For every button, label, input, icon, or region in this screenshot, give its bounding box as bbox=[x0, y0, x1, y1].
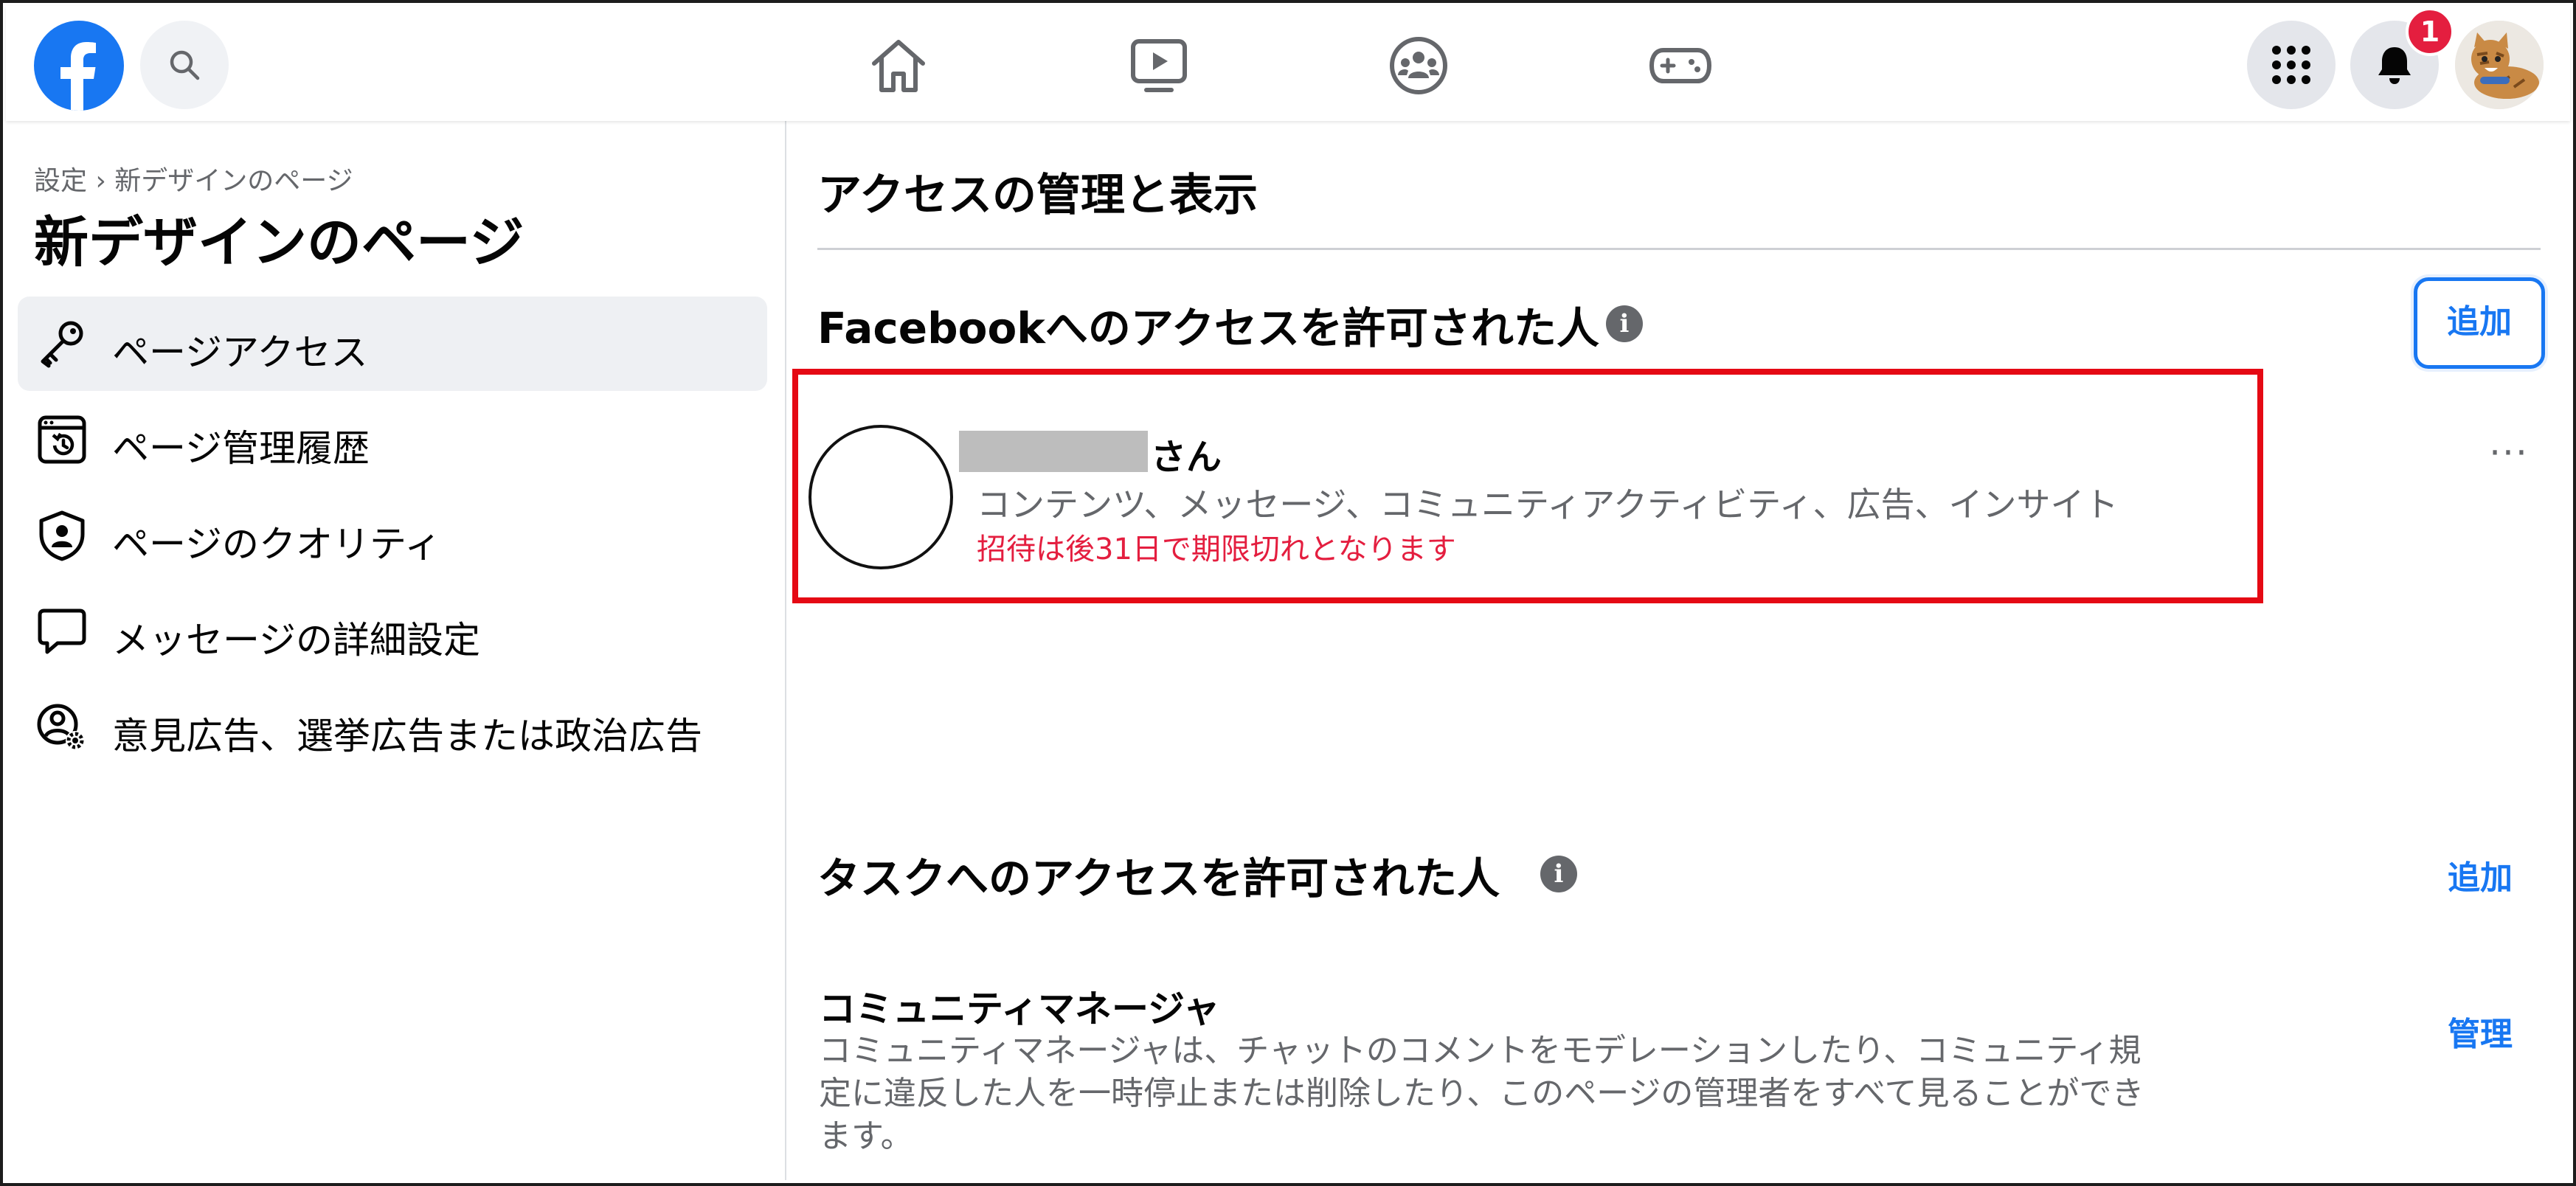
top-navigation-bar: 1 bbox=[6, 6, 2570, 121]
facebook-logo-icon[interactable] bbox=[34, 21, 124, 111]
sidebar-item-page-quality[interactable]: ページのクオリティ bbox=[18, 488, 767, 583]
menu-grid-icon bbox=[2272, 46, 2310, 84]
sidebar-item-page-access[interactable]: ページアクセス bbox=[18, 296, 767, 391]
sidebar-item-label: メッセージの詳細設定 bbox=[112, 619, 480, 662]
page-title: 新デザインのページ bbox=[34, 211, 524, 274]
notification-count-badge: 1 bbox=[2406, 7, 2454, 56]
section-title: アクセスの管理と表示 bbox=[817, 170, 1258, 221]
person-avatar[interactable] bbox=[809, 425, 953, 569]
person-gear-icon bbox=[35, 701, 89, 754]
redacted-name bbox=[959, 431, 1148, 472]
more-options-button[interactable]: ··· bbox=[2476, 434, 2542, 482]
person-name-suffix: さん bbox=[1151, 437, 1222, 478]
sidebar-item-political-ads[interactable]: 意見広告、選挙広告または政治広告 bbox=[18, 680, 767, 774]
app-window: 1 設定 › 新デザインのページ 新デザインのページ ページアクセス ページ管理… bbox=[0, 0, 2576, 1186]
groups-icon[interactable] bbox=[1385, 32, 1452, 99]
facebook-access-title: Facebookへのアクセスを許可された人 bbox=[817, 303, 1599, 353]
history-icon bbox=[35, 413, 89, 466]
search-button[interactable] bbox=[140, 21, 229, 109]
menu-grid-button[interactable] bbox=[2247, 21, 2336, 109]
info-icon[interactable]: i bbox=[1606, 305, 1643, 342]
manage-community-manager-button[interactable]: 管理 bbox=[2448, 1008, 2513, 1055]
sidebar-item-page-history[interactable]: ページ管理履歴 bbox=[18, 392, 767, 487]
community-manager-description: コミュニティマネージャは、チャットのコメントをモデレーションしたり、コミュニティ… bbox=[819, 1032, 2144, 1155]
info-icon[interactable]: i bbox=[1540, 856, 1577, 892]
add-task-access-button[interactable]: 追加 bbox=[2448, 851, 2513, 898]
community-manager-title: コミュニティマネージャ bbox=[819, 988, 1220, 1030]
search-icon bbox=[170, 50, 200, 80]
task-access-title: タスクへのアクセスを許可された人 bbox=[817, 853, 1500, 904]
chat-bubble-icon bbox=[35, 605, 89, 658]
watch-icon[interactable] bbox=[1126, 32, 1192, 99]
settings-sidebar: 設定 › 新デザインのページ 新デザインのページ ページアクセス ページ管理履歴… bbox=[6, 121, 786, 1180]
invite-expiry-warning: 招待は後31日で期限切れとなります bbox=[977, 533, 1456, 566]
shield-person-icon bbox=[35, 509, 89, 562]
sidebar-item-label: ページのクオリティ bbox=[112, 523, 441, 566]
sidebar-item-label: ページ管理履歴 bbox=[112, 427, 370, 470]
gaming-icon[interactable] bbox=[1647, 32, 1714, 99]
sidebar-item-label: ページアクセス bbox=[112, 331, 368, 374]
home-icon[interactable] bbox=[865, 32, 932, 99]
key-icon bbox=[35, 317, 89, 370]
breadcrumb[interactable]: 設定 › 新デザインのページ bbox=[34, 159, 353, 198]
divider bbox=[817, 248, 2541, 250]
profile-avatar[interactable] bbox=[2455, 21, 2544, 109]
notifications-bell-icon bbox=[2378, 47, 2411, 84]
sidebar-item-label: 意見広告、選挙広告または政治広告 bbox=[112, 715, 702, 757]
main-content: アクセスの管理と表示 Facebookへのアクセスを許可された人 i 追加 さん… bbox=[786, 121, 2570, 1180]
add-facebook-access-button[interactable]: 追加 bbox=[2414, 277, 2545, 369]
person-permissions: コンテンツ、メッセージ、コミュニティアクティビティ、広告、インサイト bbox=[977, 485, 2119, 524]
sidebar-item-messaging-settings[interactable]: メッセージの詳細設定 bbox=[18, 584, 767, 679]
